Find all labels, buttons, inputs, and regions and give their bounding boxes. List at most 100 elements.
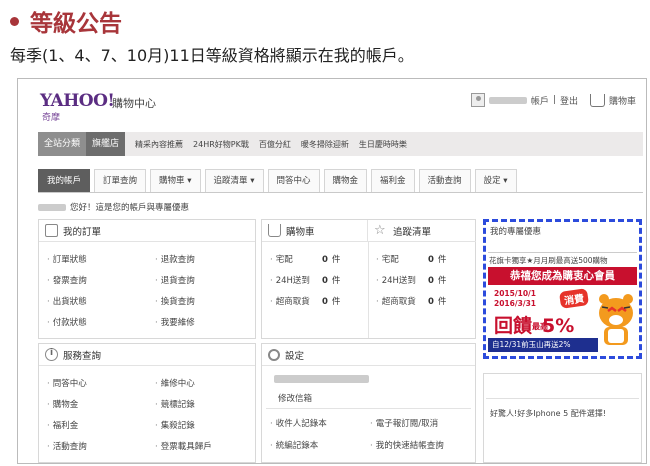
slide-subtitle: 每季(1、4、7、10月)11日等級資格將顯示在我的帳戶。 [10,46,414,65]
settings-link[interactable]: 我的快速結帳查詢 [370,439,444,451]
cart-count: 0件 [322,255,341,265]
orders-link[interactable]: 發票查詢 [47,274,87,286]
citi-offer-text[interactable]: 花旗卡獨享★月月刷最高送500購物 [489,255,608,266]
tiger-mascot-icon [599,294,633,345]
greeting-text: 您好！這是您的帳戶與專屬優惠 [70,203,190,213]
account-page-screenshot: YAHOO! 奇摩 購物中心 帳戶 | 登出 購物車 全站分類 旗艦店 精采內容… [17,78,647,464]
yahoo-logo[interactable]: YAHOO! [40,91,115,111]
cart-panel-header: 購物車 [262,220,368,242]
info-icon [45,348,58,361]
greeting: 您好！這是您的帳戶與專屬優惠 [38,201,189,213]
service-panel: 服務查詢 問答中心 購物金 福利金 活動查詢 維修中心 競標記錄 集殺記錄 登票… [38,343,256,463]
tracking-store-pickup-link[interactable]: 超商取貨 [376,295,416,307]
tracking-count: 0件 [428,255,447,265]
account-tabs: 我的帳戶 訂單查詢 購物車 ▾ 追蹤清單 ▾ 問答中心 購物金 福利金 活動查詢… [38,169,643,193]
orders-link[interactable]: 我要維修 [155,316,195,328]
service-title: 服務查詢 [63,350,102,362]
service-link[interactable]: 問答中心 [47,377,87,389]
exclusive-offer-box: 我的專屬優惠 花旗卡獨享★月月刷最高送500購物 恭禧您成為購衷心會員 2015… [483,219,642,359]
category-link[interactable]: 暖冬掃除迎新 [301,139,349,150]
edit-email-link[interactable]: 修改信箱 [278,392,312,404]
settings-link[interactable]: 統編記錄本 [270,439,319,451]
logo-subtitle: 奇摩 [42,113,61,123]
tab-my-account[interactable]: 我的帳戶 [38,169,91,192]
orders-link[interactable]: 換貨查詢 [155,295,195,307]
tracking-24h-link[interactable]: 24H送到 [376,274,416,286]
slide: 等級公告 每季(1、4、7、10月)11日等級資格將顯示在我的帳戶。 YAHOO… [0,0,650,466]
gear-icon [268,348,280,361]
logout-link[interactable]: 登出 [560,94,578,107]
category-link[interactable]: 生日慶時時樂 [359,139,407,150]
banner-footer: 自12/31前玉山再送2% [488,338,598,352]
flagship-button[interactable]: 旗艦店 [86,132,126,156]
offer-divider [488,252,637,253]
tab-orders[interactable]: 訂單查詢 [94,169,147,192]
service-link[interactable]: 登票載具歸戶 [155,440,212,452]
service-link[interactable]: 活動查詢 [47,440,87,452]
settings-panel-header: 設定 [262,344,475,366]
service-link[interactable]: 集殺記錄 [155,419,195,431]
iphone-accessory-promo[interactable]: 好驚人!好多Iphone 5 配件選擇! [490,408,606,419]
all-categories-button[interactable]: 全站分類 [38,132,87,156]
tab-qa[interactable]: 問答中心 [267,169,320,192]
cart-title[interactable]: 購物車 [286,224,315,238]
account-link[interactable]: 帳戶 [531,94,549,107]
star-icon: ☆ [374,222,386,238]
tracking-delivery-link[interactable]: 宅配 [376,253,399,265]
tracking-title[interactable]: 追蹤清單 [393,224,431,238]
orders-panel: 我的訂單 訂單狀態 發票查詢 出貨狀態 付款狀態 退款查詢 退貨查詢 換貨查詢 … [38,219,256,339]
category-bar: 全站分類 旗艦店 精采內容推薦 24HR好物PK戰 百億分紅 暖冬掃除迎新 生日… [38,132,643,156]
tab-cart[interactable]: 購物車 ▾ [150,169,201,192]
category-link[interactable]: 精采內容推薦 [135,139,183,150]
banner-dates: 2015/10/1 2016/3/31 [494,289,537,308]
settings-link[interactable]: 電子報訂閱/取消 [370,417,438,429]
cart-count: 0件 [322,297,341,307]
service-link[interactable]: 維修中心 [155,377,195,389]
orders-link[interactable]: 付款狀態 [47,316,87,328]
category-link[interactable]: 24HR好物PK戰 [193,139,249,150]
cart-24h-link[interactable]: 24H送到 [270,274,310,286]
slide-title-text: 等級公告 [30,11,122,37]
tab-events[interactable]: 活動查詢 [418,169,471,192]
settings-title: 設定 [285,350,305,362]
banner-headline: 恭禧您成為購衷心會員 [488,267,637,285]
tracking-count: 0件 [428,297,447,307]
bullet-icon [10,16,19,26]
header-account-area: 帳戶 | 登出 購物車 [470,93,636,107]
settings-panel: 設定 修改信箱 收件人記錄本 統編記錄本 電子報訂閱/取消 我的快速結帳查詢 [261,343,476,463]
orders-link[interactable]: 出貨狀態 [47,295,87,307]
clipboard-icon [45,224,58,237]
service-link[interactable]: 競標記錄 [155,398,195,410]
orders-link[interactable]: 退貨查詢 [155,274,195,286]
orders-panel-header: 我的訂單 [39,220,255,242]
tab-tracking[interactable]: 追蹤清單 ▾ [204,169,264,192]
service-link[interactable]: 福利金 [47,419,79,431]
tab-settings[interactable]: 設定 ▾ [474,169,517,192]
banner-cashback-text: 回饋最高5% [494,315,575,337]
header-cart-link[interactable]: 購物車 [609,94,636,107]
panel-divider [368,242,369,338]
banner-tag: 消費 [558,288,590,309]
cart-icon[interactable] [589,93,605,107]
tab-shopping-credit[interactable]: 購物金 [323,169,368,192]
category-link[interactable]: 百億分紅 [259,139,291,150]
service-link[interactable]: 購物金 [47,398,79,410]
vip-member-banner[interactable]: 恭禧您成為購衷心會員 2015/10/1 2016/3/31 消費 回饋最高5%… [488,267,637,353]
settings-divider [266,408,471,409]
cart-delivery-link[interactable]: 宅配 [270,253,293,265]
exclusive-offer-title: 我的專屬優惠 [490,227,542,237]
orders-link[interactable]: 訂單狀態 [47,253,87,265]
settings-link[interactable]: 收件人記錄本 [270,417,327,429]
cart-store-pickup-link[interactable]: 超商取貨 [270,295,310,307]
tab-welfare[interactable]: 福利金 [371,169,415,192]
promo2-divider [486,398,639,399]
orders-title: 我的訂單 [63,226,102,238]
slide-title: 等級公告 [10,4,122,38]
orders-link[interactable]: 退款查詢 [155,253,195,265]
user-icon [470,93,485,107]
cart-icon [268,224,281,237]
site-header: YAHOO! 奇摩 購物中心 帳戶 | 登出 購物車 [18,79,646,127]
cart-count: 0件 [322,276,341,286]
blurred-email [274,375,369,383]
tracking-panel-header: ☆ 追蹤清單 [368,220,476,242]
